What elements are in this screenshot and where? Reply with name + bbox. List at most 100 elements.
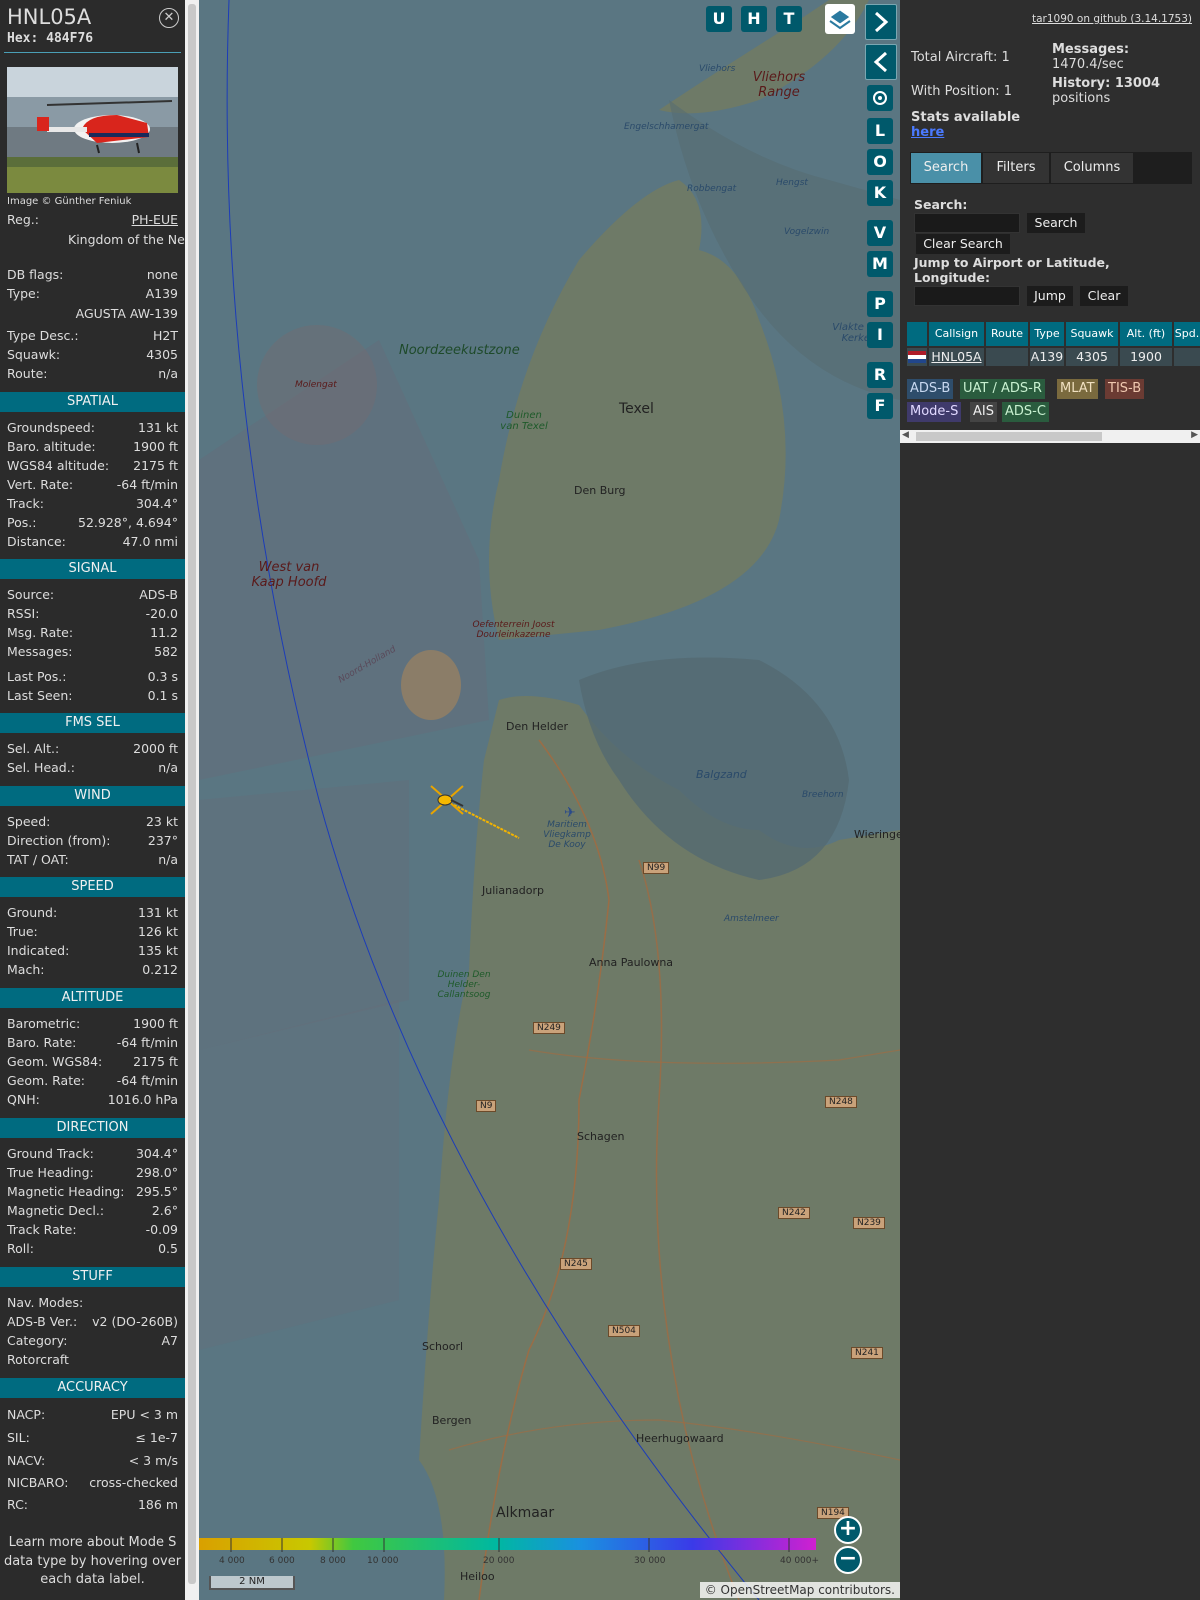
row-label[interactable]: Barometric: <box>7 1015 80 1033</box>
map-view[interactable]: Noordzeekustzone Texel Den Burg Duinen v… <box>199 0 900 1600</box>
table-header-altitude[interactable]: Alt. (ft) <box>1120 322 1172 346</box>
toggle-r-button[interactable]: R <box>867 362 893 388</box>
row-label[interactable]: Groundspeed: <box>7 419 95 437</box>
row-label[interactable]: Msg. Rate: <box>7 624 73 642</box>
row-label[interactable]: Direction (from): <box>7 832 111 850</box>
tab-filters[interactable]: Filters <box>983 153 1049 183</box>
row-label[interactable]: Ground Track: <box>7 1145 94 1163</box>
row-label[interactable]: Ground: <box>7 904 57 922</box>
table-header-type[interactable]: Type <box>1030 322 1064 346</box>
tab-search[interactable]: Search <box>911 153 981 183</box>
row-label[interactable]: QNH: <box>7 1091 40 1109</box>
table-header-speed[interactable]: Spd. <box>1174 322 1200 346</box>
toggle-p-button[interactable]: P <box>867 291 893 317</box>
helicopter-icon[interactable] <box>427 780 467 820</box>
info-panel-scrollbar[interactable] <box>185 0 199 1600</box>
search-button[interactable]: Search <box>1027 213 1085 233</box>
scale-label: 8 000 <box>320 1556 346 1566</box>
row-label[interactable]: Mach: <box>7 961 44 979</box>
row-label[interactable]: Roll: <box>7 1240 34 1258</box>
row-label[interactable]: Indicated: <box>7 942 69 960</box>
row-label[interactable]: Geom. Rate: <box>7 1072 85 1090</box>
table-row-callsign[interactable]: HNL05A <box>929 348 984 366</box>
row-label[interactable]: WGS84 altitude: <box>7 457 109 475</box>
toggle-u-button[interactable]: U <box>706 6 732 32</box>
github-link[interactable]: tar1090 on github (3.14.1753) <box>1032 13 1192 25</box>
toggle-v-button[interactable]: V <box>867 220 893 246</box>
airport-icon[interactable]: ✈ <box>564 805 576 821</box>
row-label[interactable]: Pos.: <box>7 514 36 532</box>
row-label[interactable]: TAT / OAT: <box>7 851 69 869</box>
tab-columns[interactable]: Columns <box>1051 153 1133 183</box>
row-label[interactable]: Baro. altitude: <box>7 438 96 456</box>
zoom-in-button[interactable]: + <box>834 1516 862 1544</box>
legend-adsc[interactable]: ADS-C <box>1002 402 1049 422</box>
row-label[interactable]: RSSI: <box>7 605 39 623</box>
row-label[interactable]: Nav. Modes: <box>7 1294 83 1312</box>
settings-button[interactable] <box>867 85 893 111</box>
row-label[interactable]: True Heading: <box>7 1164 94 1182</box>
registration-link[interactable]: PH-EUE <box>132 211 178 229</box>
table-header-callsign[interactable]: Callsign <box>929 322 984 346</box>
row-label[interactable]: Distance: <box>7 533 66 551</box>
row-label[interactable]: Track Rate: <box>7 1221 77 1239</box>
aircraft-photo[interactable] <box>7 67 178 193</box>
toggle-o-button[interactable]: O <box>867 149 893 175</box>
search-input[interactable] <box>914 213 1020 233</box>
row-label[interactable]: SIL: <box>7 1429 30 1447</box>
row-value: 295.5° <box>135 1184 178 1199</box>
row-label[interactable]: RC: <box>7 1496 28 1514</box>
toggle-i-button[interactable]: I <box>867 322 893 348</box>
scrollbar-thumb[interactable] <box>916 432 1102 441</box>
legend-ais[interactable]: AIS <box>970 402 997 422</box>
collapse-left-button[interactable] <box>865 44 897 80</box>
legend-mlat[interactable]: MLAT <box>1057 379 1098 399</box>
row-label[interactable]: NACV: <box>7 1452 45 1470</box>
row-label[interactable]: True: <box>7 923 38 941</box>
row-label[interactable]: NACP: <box>7 1406 45 1424</box>
clear-search-button[interactable]: Clear Search <box>916 234 1010 254</box>
table-horizontal-scrollbar[interactable]: ◀ ▶ <box>900 430 1200 443</box>
row-label[interactable]: Magnetic Decl.: <box>7 1202 104 1220</box>
row-label[interactable]: Speed: <box>7 813 50 831</box>
stats-link[interactable]: here <box>911 125 944 140</box>
row-label[interactable]: Category: <box>7 1332 67 1350</box>
jump-button[interactable]: Jump <box>1027 286 1073 306</box>
jump-input[interactable] <box>914 286 1020 306</box>
expand-right-button[interactable] <box>865 4 897 40</box>
row-label[interactable]: Sel. Head.: <box>7 759 75 777</box>
toggle-k-button[interactable]: K <box>867 180 893 206</box>
row-label[interactable]: Geom. WGS84: <box>7 1053 102 1071</box>
close-icon[interactable]: ✕ <box>159 8 179 28</box>
toggle-m-button[interactable]: M <box>867 251 893 277</box>
zoom-out-button[interactable]: − <box>834 1546 862 1574</box>
row-label[interactable]: Last Pos.: <box>7 668 66 686</box>
toggle-t-button[interactable]: T <box>776 6 802 32</box>
legend-tisb[interactable]: TIS-B <box>1105 379 1145 399</box>
scroll-right-icon[interactable]: ▶ <box>1191 430 1198 440</box>
row-label[interactable]: NICBARO: <box>7 1474 68 1492</box>
legend-uat-adsr[interactable]: UAT / ADS-R <box>960 379 1045 399</box>
layers-button[interactable] <box>825 4 855 34</box>
map-attribution[interactable]: © OpenStreetMap contributors. <box>699 1582 900 1598</box>
row-label[interactable]: Last Seen: <box>7 687 72 705</box>
row-label[interactable]: Sel. Alt.: <box>7 740 59 758</box>
row-label[interactable]: Rotorcraft <box>7 1351 69 1369</box>
table-header-route[interactable]: Route <box>986 322 1028 346</box>
toggle-h-button[interactable]: H <box>741 6 767 32</box>
row-label[interactable]: Track: <box>7 495 44 513</box>
scrollbar-thumb[interactable] <box>188 4 196 1584</box>
row-label[interactable]: Magnetic Heading: <box>7 1183 124 1201</box>
table-header-squawk[interactable]: Squawk <box>1066 322 1118 346</box>
legend-adsb[interactable]: ADS-B <box>907 379 954 399</box>
legend-modes[interactable]: Mode-S <box>907 402 962 422</box>
toggle-f-button[interactable]: F <box>867 393 893 419</box>
row-label[interactable]: Baro. Rate: <box>7 1034 76 1052</box>
toggle-l-button[interactable]: L <box>867 118 893 144</box>
row-label[interactable]: ADS-B Ver.: <box>7 1313 77 1331</box>
clear-button[interactable]: Clear <box>1080 286 1128 306</box>
row-label[interactable]: Source: <box>7 586 54 604</box>
row-label[interactable]: Messages: <box>7 643 73 661</box>
row-label[interactable]: Vert. Rate: <box>7 476 73 494</box>
scroll-left-icon[interactable]: ◀ <box>902 430 909 440</box>
